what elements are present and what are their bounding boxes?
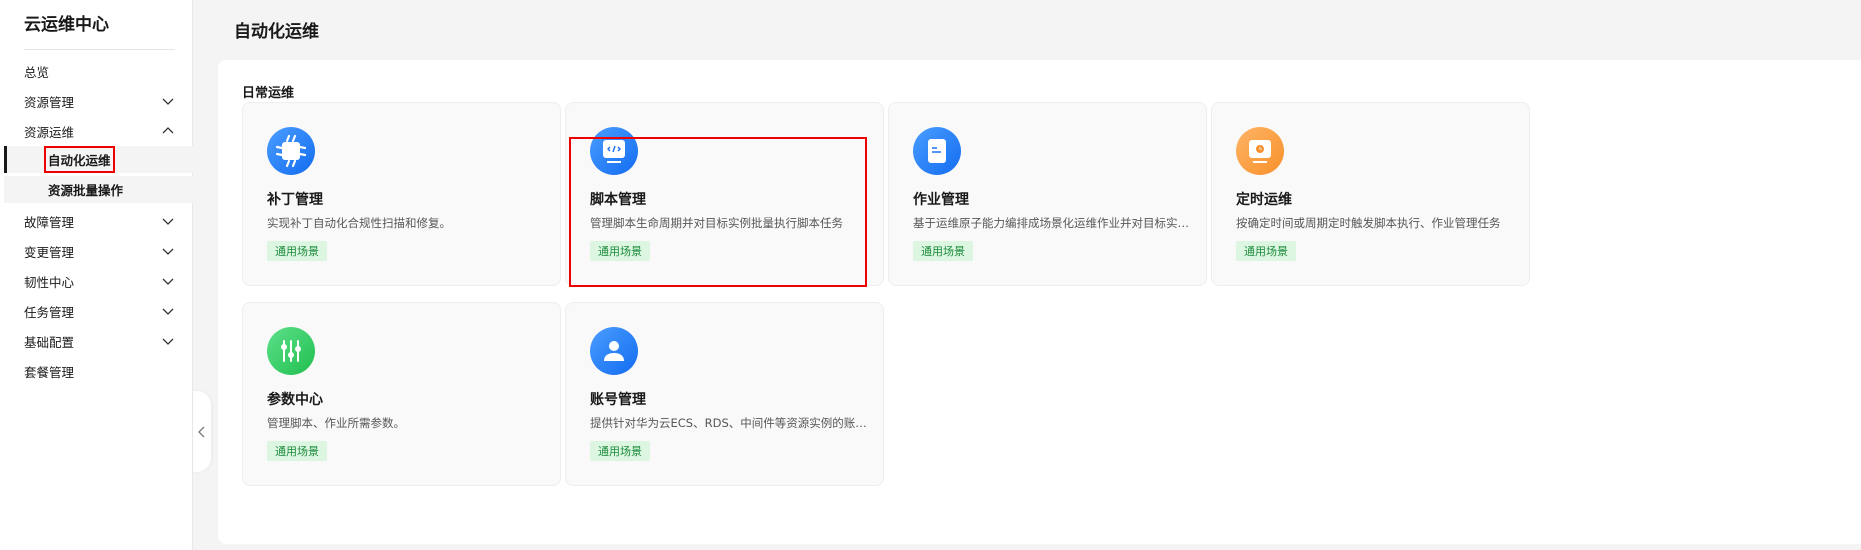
chip-icon [267,127,315,175]
sidebar-item[interactable]: 套餐管理 [0,356,193,386]
card-description: 基于运维原子能力编排成场景化运维作业并对目标实例执行 [913,216,1193,230]
sidebar-item-label: 韧性中心 [24,274,75,290]
feature-card[interactable]: 参数中心管理脚本、作业所需参数。通用场景 [242,302,561,486]
section-title: 日常运维 [242,86,295,101]
card-title: 账号管理 [590,392,646,408]
sidebar: 云运维中心 总览资源管理资源运维自动化运维资源批量操作故障管理变更管理韧性中心任… [0,0,193,550]
collapse-sidebar-button[interactable] [193,391,211,472]
clock-monitor-icon [1236,127,1284,175]
sidebar-item-label: 故障管理 [24,214,75,230]
code-monitor-icon [590,127,638,175]
sidebar-nav: 总览资源管理资源运维自动化运维资源批量操作故障管理变更管理韧性中心任务管理基础配… [0,56,193,386]
sidebar-item-label: 资源运维 [24,124,75,140]
card-title: 脚本管理 [590,192,646,208]
sidebar-item[interactable]: 资源批量操作 [4,176,193,203]
sidebar-item[interactable]: 任务管理 [0,296,193,326]
sidebar-item-label: 套餐管理 [24,364,75,380]
content-panel: 日常运维 补丁管理 实现补丁自动化合规性扫描和修复。 通用场景 脚本管理 管理脚本生命周… [218,60,1861,544]
sidebar-item-label: 资源批量操作 [48,183,124,198]
card-description: 按确定时间或周期定时触发脚本执行、作业管理任务 [1236,216,1501,230]
sidebar-item[interactable]: 自动化运维 [4,146,193,173]
chevron-up-icon [162,127,174,134]
divider [24,49,175,50]
scenario-tag: 通用场景 [1236,241,1296,261]
sliders-icon [267,327,315,375]
chevron-down-icon [162,338,174,345]
feature-card[interactable]: 脚本管理管理脚本生命周期并对目标实例批量执行脚本任务通用场景 [565,102,884,286]
user-icon [590,327,638,375]
sidebar-item[interactable]: 资源管理 [0,86,193,116]
sidebar-item-label: 自动化运维 [44,146,115,173]
chevron-down-icon [162,308,174,315]
chevron-down-icon [162,98,174,105]
chevron-left-icon [198,426,205,437]
chevron-down-icon [162,218,174,225]
scenario-tag: 通用场景 [913,241,973,261]
sidebar-item-label: 任务管理 [24,304,75,320]
scenario-tag: 通用场景 [267,441,327,461]
sidebar-item-label: 总览 [24,64,50,80]
sidebar-title: 云运维中心 [24,15,109,35]
sidebar-item[interactable]: 总览 [0,56,193,86]
sidebar-item-label: 资源管理 [24,94,75,110]
card-title: 定时运维 [1236,192,1292,208]
sidebar-item[interactable]: 变更管理 [0,236,193,266]
card-title: 参数中心 [267,392,323,408]
chevron-down-icon [162,248,174,255]
sidebar-item-label: 变更管理 [24,244,75,260]
feature-card[interactable]: 账号管理提供针对华为云ECS、RDS、中间件等资源实例的账号管理通用场景 [565,302,884,486]
document-icon [913,127,961,175]
page-title: 自动化运维 [234,22,319,42]
feature-card[interactable]: 作业管理基于运维原子能力编排成场景化运维作业并对目标实例执行通用场景 [888,102,1207,286]
sidebar-item[interactable]: 资源运维 [0,116,193,146]
scenario-tag: 通用场景 [590,241,650,261]
card-description: 管理脚本、作业所需参数。 [267,416,405,430]
card-title: 作业管理 [913,192,969,208]
sidebar-item[interactable]: 韧性中心 [0,266,193,296]
sidebar-item[interactable]: 基础配置 [0,326,193,356]
sidebar-item[interactable]: 故障管理 [0,206,193,236]
card-title: 补丁管理 [267,192,323,208]
scenario-tag: 通用场景 [590,441,650,461]
feature-card[interactable]: 定时运维按确定时间或周期定时触发脚本执行、作业管理任务通用场景 [1211,102,1530,286]
scenario-tag: 通用场景 [267,241,327,261]
card-description: 管理脚本生命周期并对目标实例批量执行脚本任务 [590,216,843,230]
card-description: 实现补丁自动化合规性扫描和修复。 [267,216,451,230]
card-description: 提供针对华为云ECS、RDS、中间件等资源实例的账号管理 [590,416,870,430]
feature-card[interactable]: 补丁管理实现补丁自动化合规性扫描和修复。通用场景 [242,102,561,286]
sidebar-item-label: 基础配置 [24,334,75,350]
chevron-down-icon [162,278,174,285]
